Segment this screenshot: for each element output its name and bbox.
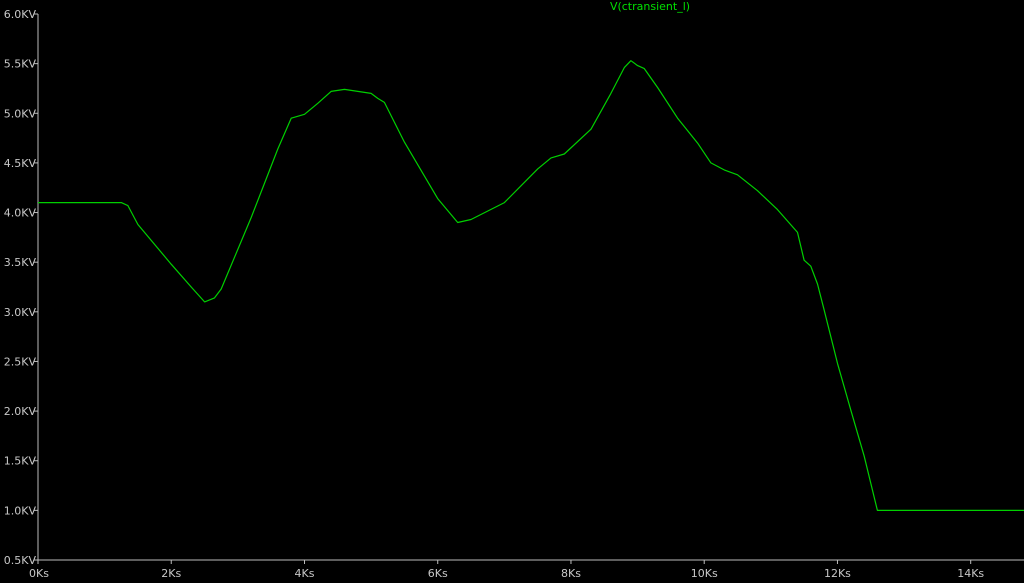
- y-tick-label: 2.0KV: [4, 405, 37, 418]
- x-tick-label: 6Ks: [428, 567, 448, 580]
- x-tick-label: 12Ks: [824, 567, 851, 580]
- y-tick-label: 1.5KV: [4, 455, 37, 468]
- x-tick-label: 10Ks: [691, 567, 718, 580]
- y-tick-label: 5.0KV: [4, 107, 37, 120]
- x-tick-label: 0Ks: [29, 567, 49, 580]
- y-tick-label: 3.5KV: [4, 256, 37, 269]
- y-tick-label: 1.0KV: [4, 504, 37, 517]
- y-tick-label: 4.0KV: [4, 207, 37, 220]
- y-tick-label: 0.5KV: [4, 554, 37, 567]
- x-tick-label: 14Ks: [957, 567, 984, 580]
- waveform-plot[interactable]: V(ctransient_l) 0.5KV 1.0KV 1.5KV 2.0KV 2.5K…: [0, 0, 1024, 583]
- x-tick-label: 4Ks: [295, 567, 315, 580]
- y-tick-label: 2.5KV: [4, 355, 37, 368]
- y-tick-label: 3.0KV: [4, 306, 37, 319]
- trace-title[interactable]: V(ctransient_l): [610, 0, 690, 13]
- y-tick-label: 6.0KV: [4, 8, 37, 21]
- x-tick-label: 2Ks: [161, 567, 181, 580]
- x-tick-label: 8Ks: [561, 567, 581, 580]
- y-tick-label: 5.5KV: [4, 58, 37, 71]
- y-tick-label: 4.5KV: [4, 157, 37, 170]
- plot-background: [0, 0, 1024, 583]
